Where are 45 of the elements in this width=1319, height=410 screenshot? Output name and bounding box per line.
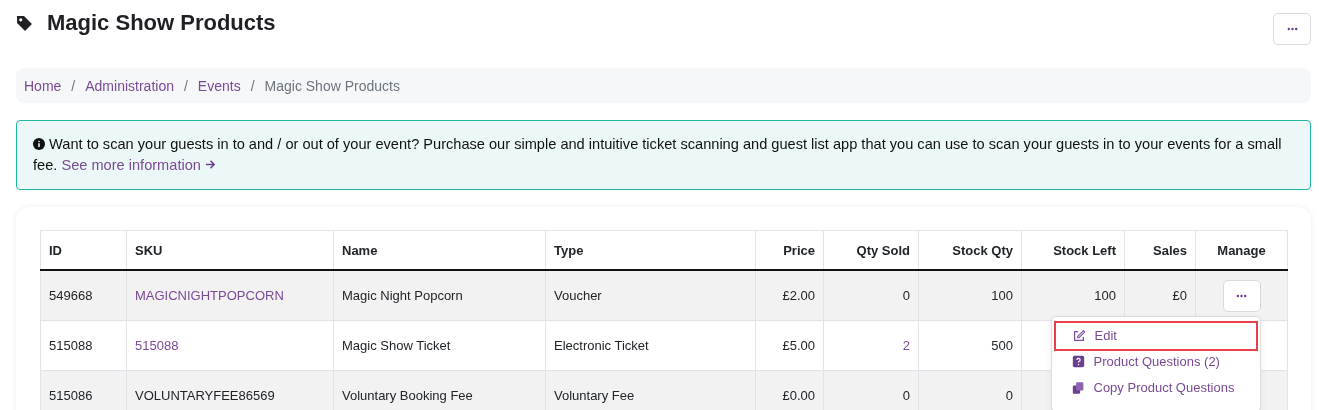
menu-item[interactable]: Copy Product Questions bbox=[1055, 374, 1256, 401]
breadcrumb-link[interactable]: Events bbox=[197, 77, 241, 94]
breadcrumb-separator: / bbox=[250, 77, 255, 94]
table-cell: £0.00 bbox=[782, 388, 815, 403]
question-icon bbox=[1071, 355, 1085, 368]
table-link[interactable]: 515088 bbox=[135, 338, 179, 353]
table-cell: Magic Night Popcorn bbox=[342, 288, 463, 303]
table-cell: 549668 bbox=[49, 288, 93, 303]
arrow-right-icon bbox=[205, 159, 216, 170]
tag-icon bbox=[16, 14, 33, 32]
table-cell: £5.00 bbox=[782, 338, 815, 353]
breadcrumb-separator: / bbox=[183, 77, 188, 94]
menu-item[interactable]: Product Questions (2) bbox=[1055, 348, 1256, 375]
table-cell: Electronic Ticket bbox=[554, 338, 649, 353]
pencil-square-icon bbox=[1071, 328, 1086, 343]
table-cell: 500 bbox=[991, 338, 1013, 353]
table-cell: £0 bbox=[1172, 288, 1187, 303]
table-link[interactable]: 2 bbox=[902, 338, 910, 353]
table-cell: 0 bbox=[902, 388, 910, 403]
table-cell: 0 bbox=[902, 288, 910, 303]
alert-message: Want to scan your guests in to and / or out of your event? Purchase our simple and intuitive ticket scanning and guest list app that you can use to scan your guests in to your events for a small fee. See more information bbox=[33, 135, 1283, 175]
breadcrumb-link[interactable]: Administration bbox=[85, 77, 174, 94]
page-title: Magic Show Products bbox=[47, 10, 277, 36]
table-cell: 100 bbox=[991, 288, 1013, 303]
see-more-link[interactable]: See more information bbox=[61, 157, 216, 173]
table-cell: Voluntary Booking Fee bbox=[342, 388, 473, 403]
manage-menu-button[interactable] bbox=[1222, 279, 1261, 312]
breadcrumb-separator: / bbox=[71, 77, 76, 94]
table-cell: 515088 bbox=[49, 338, 93, 353]
breadcrumb-current: Magic Show Products bbox=[264, 77, 400, 94]
more-button[interactable] bbox=[1273, 13, 1311, 45]
dots-icon bbox=[1236, 293, 1247, 298]
breadcrumb-link[interactable]: Home bbox=[24, 77, 62, 94]
info-icon bbox=[33, 138, 45, 150]
copy-icon bbox=[1071, 380, 1085, 395]
table-cell: 515086 bbox=[49, 388, 93, 403]
table-cell: £2.00 bbox=[782, 288, 815, 303]
table-cell: Voucher bbox=[554, 288, 602, 303]
table-cell: VOLUNTARYFEE86569 bbox=[135, 388, 275, 403]
table-cell: Magic Show Ticket bbox=[342, 338, 451, 353]
table-cell: Voluntary Fee bbox=[554, 388, 635, 403]
table-cell: 0 bbox=[1005, 388, 1013, 403]
dots-icon bbox=[1286, 27, 1298, 31]
menu-item[interactable]: Edit bbox=[1055, 322, 1256, 349]
table-cell: 100 bbox=[1094, 288, 1116, 303]
